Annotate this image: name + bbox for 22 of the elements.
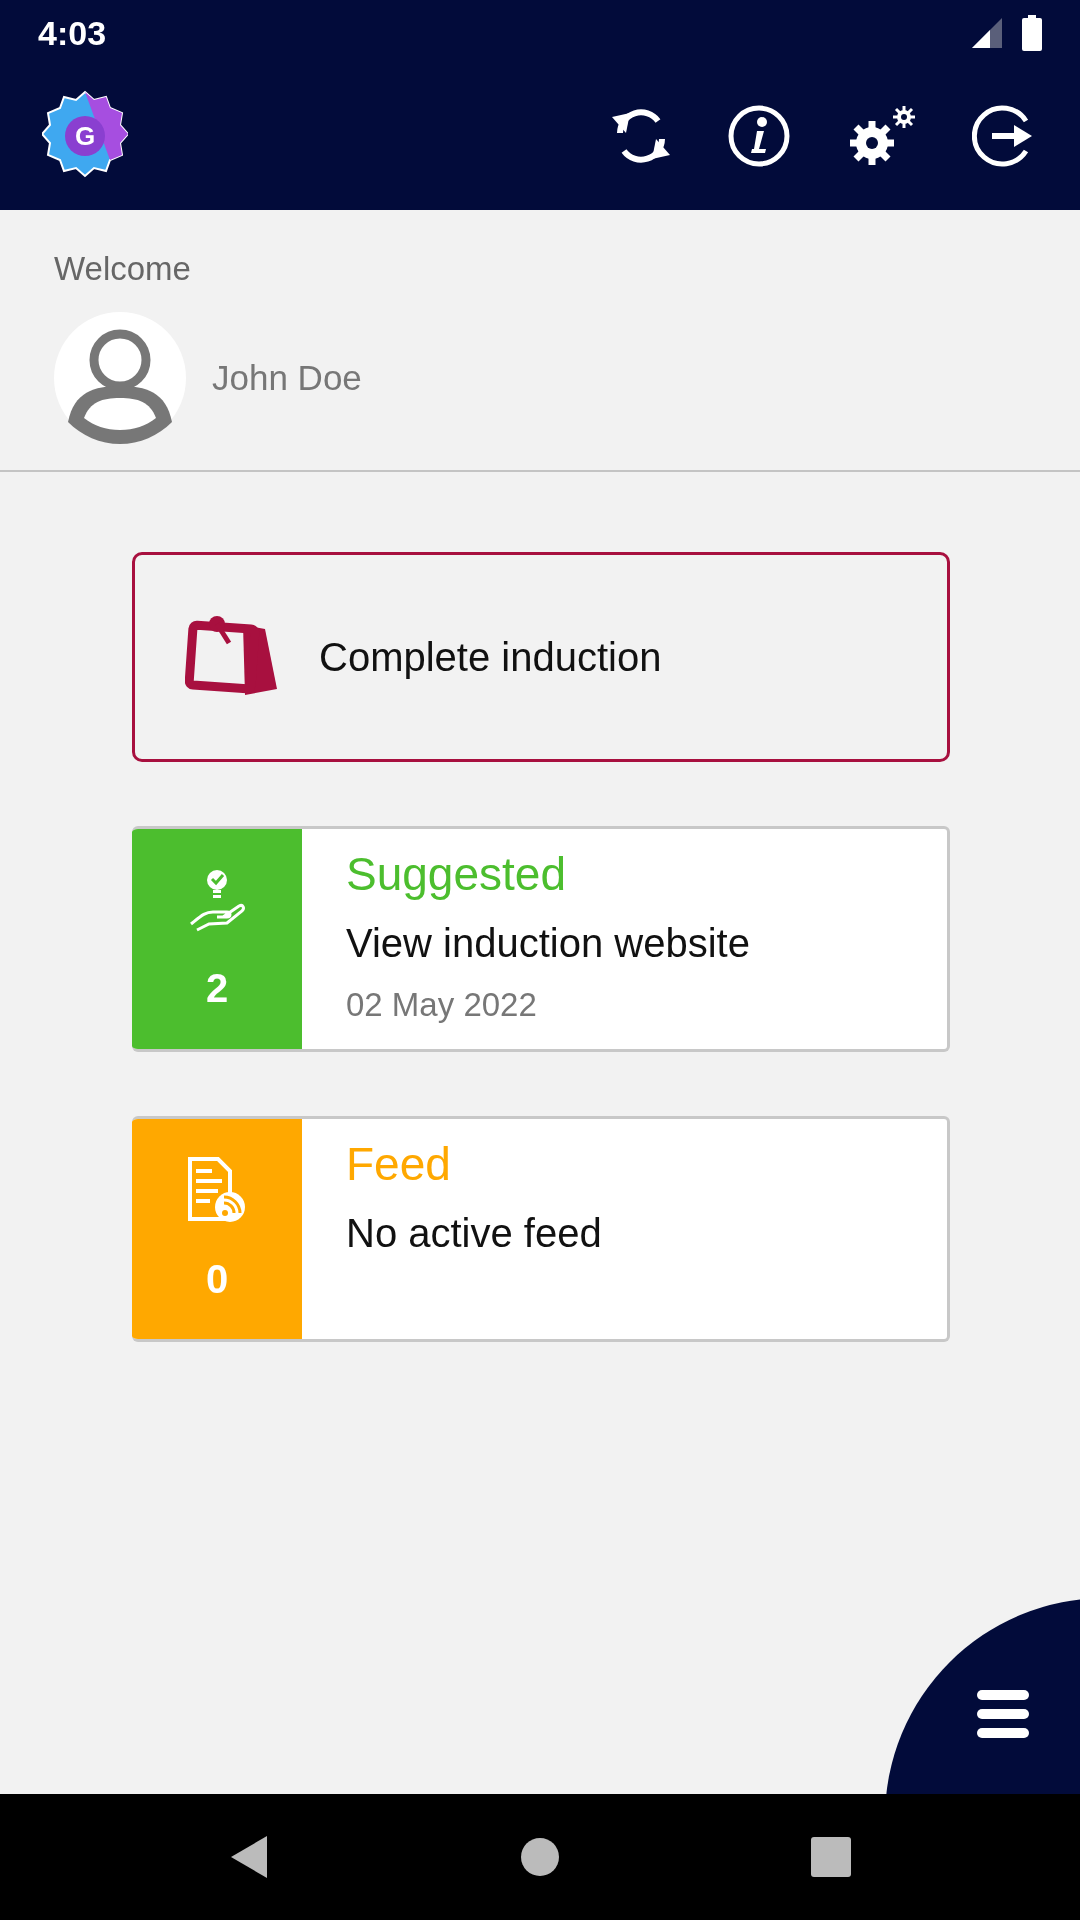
- task-card[interactable]: 2 Suggested View induction website 02 May 2022: [132, 826, 950, 1052]
- back-icon[interactable]: [229, 1834, 269, 1880]
- avatar-icon: [54, 312, 186, 444]
- welcome-label: Welcome: [54, 250, 192, 288]
- signal-icon: [970, 16, 1004, 50]
- user-name: John Doe: [212, 358, 362, 398]
- home-icon[interactable]: [521, 1838, 559, 1876]
- menu-icon: [977, 1690, 1029, 1738]
- card-title: Suggested: [346, 847, 567, 901]
- induction-button[interactable]: Complete induction: [132, 552, 950, 762]
- card-title: Feed: [346, 1137, 452, 1191]
- card-text: No active feed: [346, 1211, 602, 1256]
- hand-bulb-icon: [187, 867, 247, 932]
- card-date: 02 May 2022: [346, 986, 538, 1024]
- card-text: View induction website: [346, 921, 750, 966]
- status-time: 4:03: [38, 13, 107, 53]
- task-card[interactable]: 0 Feed No active feed: [132, 1116, 950, 1342]
- info-icon[interactable]: [726, 103, 792, 169]
- card-count: 0: [205, 1256, 229, 1302]
- document-feed-icon: [186, 1156, 248, 1223]
- battery-icon: [1022, 15, 1042, 51]
- card-count: 2: [205, 965, 229, 1011]
